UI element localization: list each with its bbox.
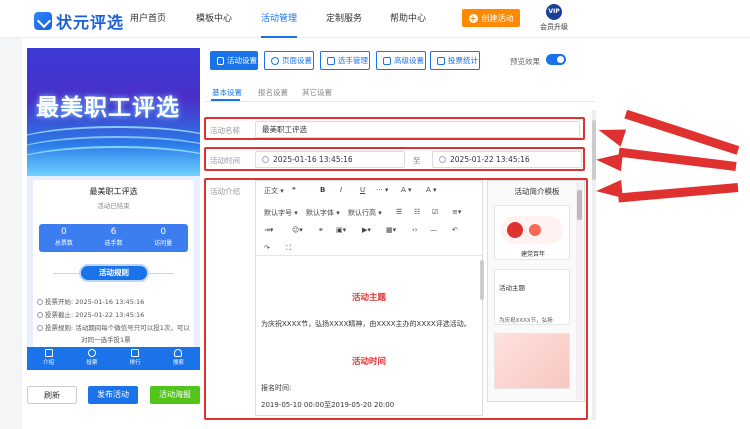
preview-toggle[interactable]	[546, 54, 566, 65]
tab-label: 搜索	[172, 360, 184, 366]
preview-tabbar: 介绍 投票 排行 搜索	[27, 347, 200, 370]
preview-tab-search[interactable]: 搜索	[157, 347, 200, 370]
refresh-button[interactable]: 刷新	[27, 386, 77, 404]
subtab-other-settings[interactable]: 其它设置	[302, 87, 332, 98]
document-icon	[44, 349, 53, 357]
logo[interactable]: 状元评选	[34, 9, 124, 33]
plus-icon: +	[468, 13, 478, 23]
vip-upgrade[interactable]: VIP 会员升级	[534, 4, 574, 32]
bar-chart-icon	[437, 56, 445, 65]
publish-button[interactable]: 发布活动	[88, 386, 138, 404]
poster-button[interactable]: 活动海报	[150, 386, 200, 404]
preview-tab-intro[interactable]: 介绍	[27, 347, 70, 370]
vote-icon	[87, 349, 96, 357]
subtab-signup-settings[interactable]: 报名设置	[258, 87, 288, 98]
banner-wave	[27, 146, 200, 176]
vip-label: 会员升级	[540, 23, 568, 31]
tab-advanced-settings[interactable]: 高级设置	[376, 51, 426, 70]
arrow-shaft	[618, 147, 737, 171]
vip-badge-icon: VIP	[546, 4, 562, 20]
chart-icon	[131, 349, 140, 357]
tab-contestant-management[interactable]: 选手管理	[320, 51, 370, 70]
mobile-preview: 最美职工评选 最美职工评选 活动已结束 0 总票数 6 选手数 0 访问量 活动…	[27, 48, 200, 370]
nav-item-custom-service[interactable]: 定制服务	[326, 0, 362, 38]
users-icon	[327, 56, 335, 65]
stat-label: 访问量	[154, 240, 173, 247]
settings-icon	[217, 56, 224, 65]
stat-visits: 0 访问量	[138, 224, 188, 252]
tab-label: 投票	[86, 360, 98, 366]
gear-icon	[271, 56, 279, 65]
info-line: 投票规则: 活动期间每个微信号只可以投1次，可以	[37, 322, 190, 332]
nav-item-help[interactable]: 帮助中心	[390, 0, 426, 38]
stat-contestants: 6 选手数	[89, 224, 139, 252]
preview-card-title: 最美职工评选	[89, 187, 138, 196]
rules-title: 活动规则	[81, 266, 147, 280]
tab-page-settings[interactable]: 页面设置	[264, 51, 314, 70]
stat-total-votes: 0 总票数	[39, 224, 89, 252]
preview-status: 活动已结束	[97, 202, 130, 210]
info-line: 投票截止: 2025-01-22 13:45:16	[37, 309, 144, 319]
preview-info-card: 最美职工评选 活动已结束 0 总票数 6 选手数 0 访问量 活动规则 投票开始…	[33, 180, 194, 350]
user-icon	[174, 349, 183, 357]
top-nav-bar: 状元评选 用户首页 模板中心 活动管理 定制服务 帮助中心 + 创建活动 VIP…	[0, 0, 750, 38]
preview-stats: 0 总票数 6 选手数 0 访问量	[39, 224, 188, 252]
highlight-box-intro	[204, 178, 588, 420]
nav-item-home[interactable]: 用户首页	[130, 0, 166, 38]
stat-value: 0	[160, 227, 167, 237]
tab-label: 投票统计	[448, 56, 478, 65]
tab-label: 页面设置	[282, 56, 312, 65]
preview-tab-ranking[interactable]: 排行	[114, 347, 157, 370]
clock-icon	[37, 325, 43, 331]
arrow-icon	[595, 121, 627, 147]
preview-banner: 最美职工评选	[27, 48, 200, 176]
clock-icon	[37, 312, 43, 318]
tab-label: 高级设置	[394, 56, 424, 65]
tab-activity-settings[interactable]: 活动设置	[210, 51, 258, 70]
highlight-box-time	[204, 147, 585, 171]
info-line: 投票开始: 2025-01-16 13:45:16	[37, 296, 144, 306]
create-activity-button[interactable]: + 创建活动	[462, 9, 520, 27]
logo-icon	[34, 12, 52, 30]
info-text: 投票规则: 活动期间每个微信号只可以投1次，可以	[45, 324, 190, 332]
stat-label: 选手数	[104, 240, 123, 247]
logo-text: 状元评选	[56, 13, 125, 32]
form-scrollbar[interactable]	[592, 120, 596, 180]
tab-label: 介绍	[43, 360, 55, 366]
tab-label: 排行	[129, 360, 141, 366]
arrow-shaft	[624, 109, 740, 155]
nav-item-templates[interactable]: 模板中心	[196, 0, 232, 38]
info-text: 投票截止: 2025-01-22 13:45:16	[45, 311, 145, 319]
stat-value: 6	[110, 227, 117, 237]
clock-icon	[37, 299, 43, 305]
arrow-shaft	[618, 183, 739, 203]
tab-label: 活动设置	[227, 56, 257, 65]
left-gutter	[0, 38, 22, 429]
subtab-active-indicator	[211, 99, 240, 101]
preview-tab-vote[interactable]: 投票	[70, 347, 113, 370]
info-line: 对同一选手投1票	[81, 336, 131, 344]
highlight-box-name	[204, 117, 585, 140]
banner-title: 最美职工评选	[36, 95, 180, 121]
subtab-divider	[205, 101, 595, 102]
stat-label: 总票数	[54, 240, 73, 247]
create-activity-label: 创建活动	[481, 13, 514, 23]
tab-label: 选手管理	[338, 56, 368, 65]
tab-vote-statistics[interactable]: 投票统计	[430, 51, 480, 70]
sliders-icon	[383, 56, 391, 65]
preview-toggle-label: 预览效果	[510, 57, 540, 66]
nav-item-activity-management[interactable]: 活动管理	[261, 0, 298, 38]
subtab-basic-settings[interactable]: 基本设置	[212, 87, 242, 98]
stat-value: 0	[60, 227, 67, 237]
info-text: 投票开始: 2025-01-16 13:45:16	[45, 298, 145, 306]
